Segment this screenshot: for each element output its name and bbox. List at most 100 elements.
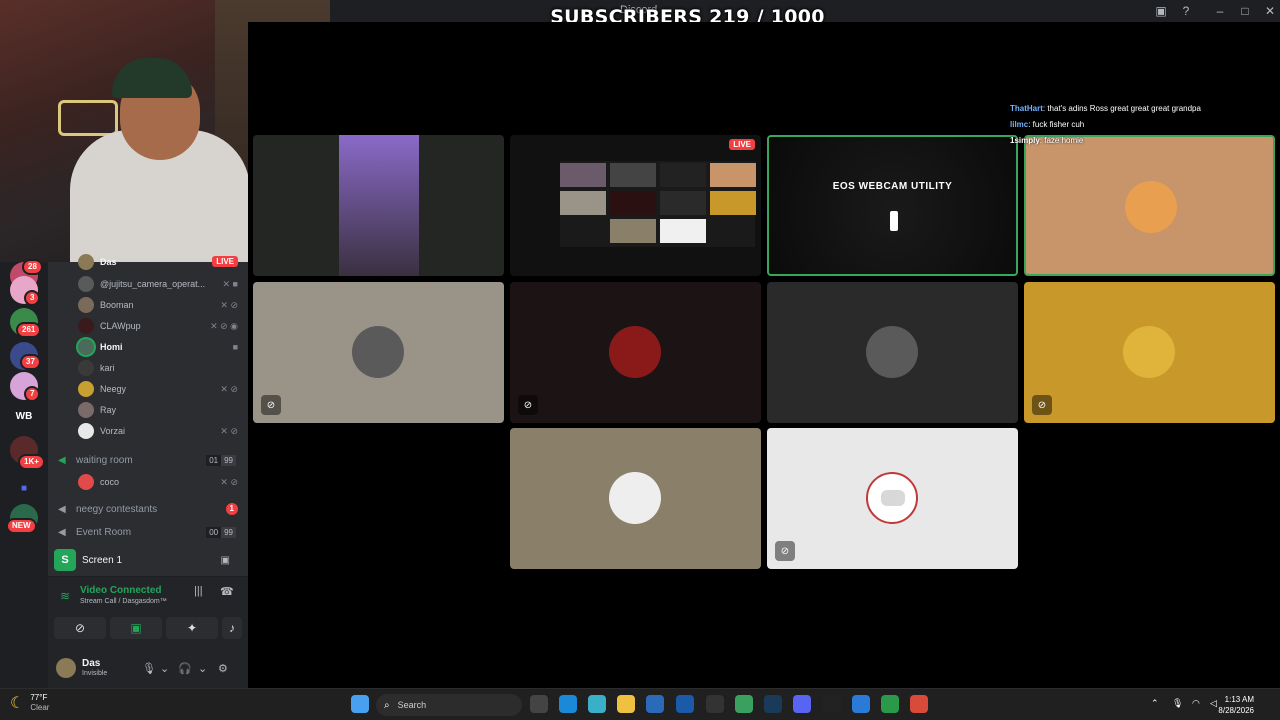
mail-icon[interactable] bbox=[646, 695, 664, 713]
video-tile-camera[interactable] bbox=[253, 135, 504, 276]
voice-user-name: @jujitsu_camera_operat... bbox=[100, 279, 206, 289]
screen-share-icon: S bbox=[54, 549, 76, 571]
voice-user[interactable]: Ray bbox=[78, 400, 246, 420]
discord-icon[interactable] bbox=[793, 695, 811, 713]
wifi-icon[interactable]: ◠ bbox=[1192, 698, 1200, 709]
moon-icon: ☾ bbox=[10, 695, 25, 712]
activities-button[interactable]: ✦ bbox=[166, 617, 218, 639]
channel-panel: Das LIVE @jujitsu_camera_operat... ✕ ■ B… bbox=[48, 254, 248, 688]
voice-user-name: Vorzai bbox=[100, 426, 126, 436]
channel-user-count: 01 99 bbox=[206, 454, 236, 466]
video-tile-user[interactable] bbox=[767, 282, 1018, 423]
microphone-icon[interactable]: 🎙 bbox=[1172, 698, 1183, 709]
voice-user-name: kari bbox=[100, 363, 115, 373]
video-tile-stream[interactable]: LIVE bbox=[510, 135, 761, 276]
chevron-up-icon[interactable]: ⌃ bbox=[1151, 698, 1159, 709]
video-tile-user[interactable]: ⊘ bbox=[253, 282, 504, 423]
clock[interactable]: 1:13 AM 8/28/2026 bbox=[1218, 694, 1254, 716]
camera-toggle-button[interactable]: ⊘ bbox=[54, 617, 106, 639]
server-icon[interactable]: WB bbox=[10, 402, 38, 430]
chevron-down-icon[interactable]: ⌄ bbox=[198, 662, 207, 675]
chrome-icon[interactable] bbox=[735, 695, 753, 713]
xbox-icon[interactable] bbox=[881, 695, 899, 713]
video-tile-user[interactable] bbox=[510, 428, 761, 569]
task-view-icon[interactable] bbox=[530, 695, 548, 713]
channel-neegy-contestants[interactable]: ◀ neegy contestants 1 bbox=[58, 499, 244, 519]
server-label: WB bbox=[15, 410, 33, 422]
voice-status-icons: ✕ ⊘ bbox=[220, 383, 238, 394]
voice-user[interactable]: Das LIVE bbox=[78, 252, 246, 272]
voice-user[interactable]: coco ✕ ⊘ bbox=[78, 472, 246, 492]
avatar bbox=[78, 276, 94, 292]
stop-share-icon[interactable]: ▣ bbox=[221, 555, 230, 566]
avatar[interactable] bbox=[56, 658, 76, 678]
app-icon[interactable] bbox=[706, 695, 724, 713]
avatar bbox=[78, 402, 94, 418]
taskbar-search[interactable]: ⌕ Search bbox=[376, 694, 522, 716]
chat-user: ThatHart bbox=[1010, 104, 1043, 113]
server-badge: 1K+ bbox=[18, 454, 45, 470]
count-limit: 99 bbox=[221, 526, 236, 538]
clock-time: 1:13 AM bbox=[1224, 695, 1254, 704]
folder-icon[interactable]: ■ bbox=[10, 474, 38, 502]
signal-icon[interactable]: ≋ bbox=[60, 589, 70, 603]
channel-event-room[interactable]: ◀ Event Room 00 99 bbox=[58, 522, 244, 542]
server-badge: 37 bbox=[20, 354, 41, 370]
volume-icon[interactable]: ◁ bbox=[1210, 698, 1217, 709]
video-tile-user[interactable] bbox=[1024, 135, 1275, 276]
channel-waiting-room[interactable]: ◀ waiting room 01 99 bbox=[58, 450, 244, 470]
video-tile-user[interactable]: ⊘ bbox=[510, 282, 761, 423]
video-tile-user[interactable]: ⊘ bbox=[767, 428, 1018, 569]
chevron-down-icon[interactable]: ⌄ bbox=[160, 662, 169, 675]
speaker-icon: ◀ bbox=[58, 454, 66, 466]
voice-user[interactable]: @jujitsu_camera_operat... ✕ ■ bbox=[78, 274, 246, 294]
video-tile-user[interactable]: ⊘ bbox=[1024, 282, 1275, 423]
chrome-icon[interactable] bbox=[910, 695, 928, 713]
user-avatar bbox=[1125, 181, 1177, 233]
chat-message: 1simply: faze homie bbox=[1010, 136, 1083, 145]
soundboard-button[interactable]: ♪ bbox=[222, 617, 242, 639]
file-explorer-icon[interactable] bbox=[617, 695, 635, 713]
start-icon[interactable] bbox=[351, 695, 369, 713]
voice-user[interactable]: Vorzai ✕ ⊘ bbox=[78, 421, 246, 441]
voice-user[interactable]: Homi ■ bbox=[78, 337, 246, 357]
noise-suppression-icon[interactable]: ||| bbox=[194, 585, 203, 597]
voice-channel-path[interactable]: Stream Call / Dasgasdom™ bbox=[80, 598, 167, 605]
voice-user[interactable]: kari bbox=[78, 358, 246, 378]
search-icon: ⌕ bbox=[384, 699, 390, 711]
user-name[interactable]: Das bbox=[82, 658, 100, 669]
user-status: Invisible bbox=[82, 670, 108, 677]
voice-user[interactable]: CLAWpup ✕ ⊘ ◉ bbox=[78, 316, 246, 336]
epic-games-icon[interactable] bbox=[823, 695, 841, 713]
store-icon[interactable] bbox=[676, 695, 694, 713]
count-current: 01 bbox=[206, 454, 222, 466]
avatar bbox=[78, 254, 94, 270]
live-badge: LIVE bbox=[212, 256, 238, 267]
video-tile-eos[interactable]: EOS WEBCAM UTILITY bbox=[767, 135, 1018, 276]
headphones-icon[interactable]: 🎧 bbox=[178, 662, 192, 675]
disconnect-icon[interactable]: ☎ bbox=[220, 585, 234, 598]
edge-icon[interactable] bbox=[559, 695, 577, 713]
channel-name: neegy contestants bbox=[76, 503, 158, 515]
voice-status[interactable]: Video Connected bbox=[80, 585, 162, 596]
app-icon[interactable] bbox=[852, 695, 870, 713]
screen-share-panel[interactable]: S Screen 1 ▣ bbox=[54, 545, 240, 575]
voice-status-icons: ✕ ⊘ bbox=[220, 476, 238, 487]
screen: Discord ▣ ? – □ ✕ SUBSCRIBERS 219 / 1000… bbox=[0, 0, 1280, 720]
user-avatar bbox=[352, 326, 404, 378]
neon-sign bbox=[58, 100, 118, 136]
settings-gear-icon[interactable]: ⚙ bbox=[218, 662, 228, 675]
user-avatar bbox=[609, 326, 661, 378]
microphone-icon[interactable]: 🎙 bbox=[142, 662, 156, 675]
screen-share-button[interactable]: ▣ bbox=[110, 617, 162, 639]
avatar bbox=[78, 339, 94, 355]
voice-user[interactable]: Booman ✕ ⊘ bbox=[78, 295, 246, 315]
voice-status-icons: ✕ ⊘ ◉ bbox=[210, 320, 238, 331]
video-off-icon: ⊘ bbox=[261, 395, 281, 415]
steam-icon[interactable] bbox=[764, 695, 782, 713]
camera-feed bbox=[339, 135, 419, 276]
weather-widget[interactable]: ☾ 77°F Clear bbox=[10, 693, 49, 713]
app-icon[interactable] bbox=[588, 695, 606, 713]
voice-user[interactable]: Neegy ✕ ⊘ bbox=[78, 379, 246, 399]
voice-user-name: Das bbox=[100, 257, 117, 267]
